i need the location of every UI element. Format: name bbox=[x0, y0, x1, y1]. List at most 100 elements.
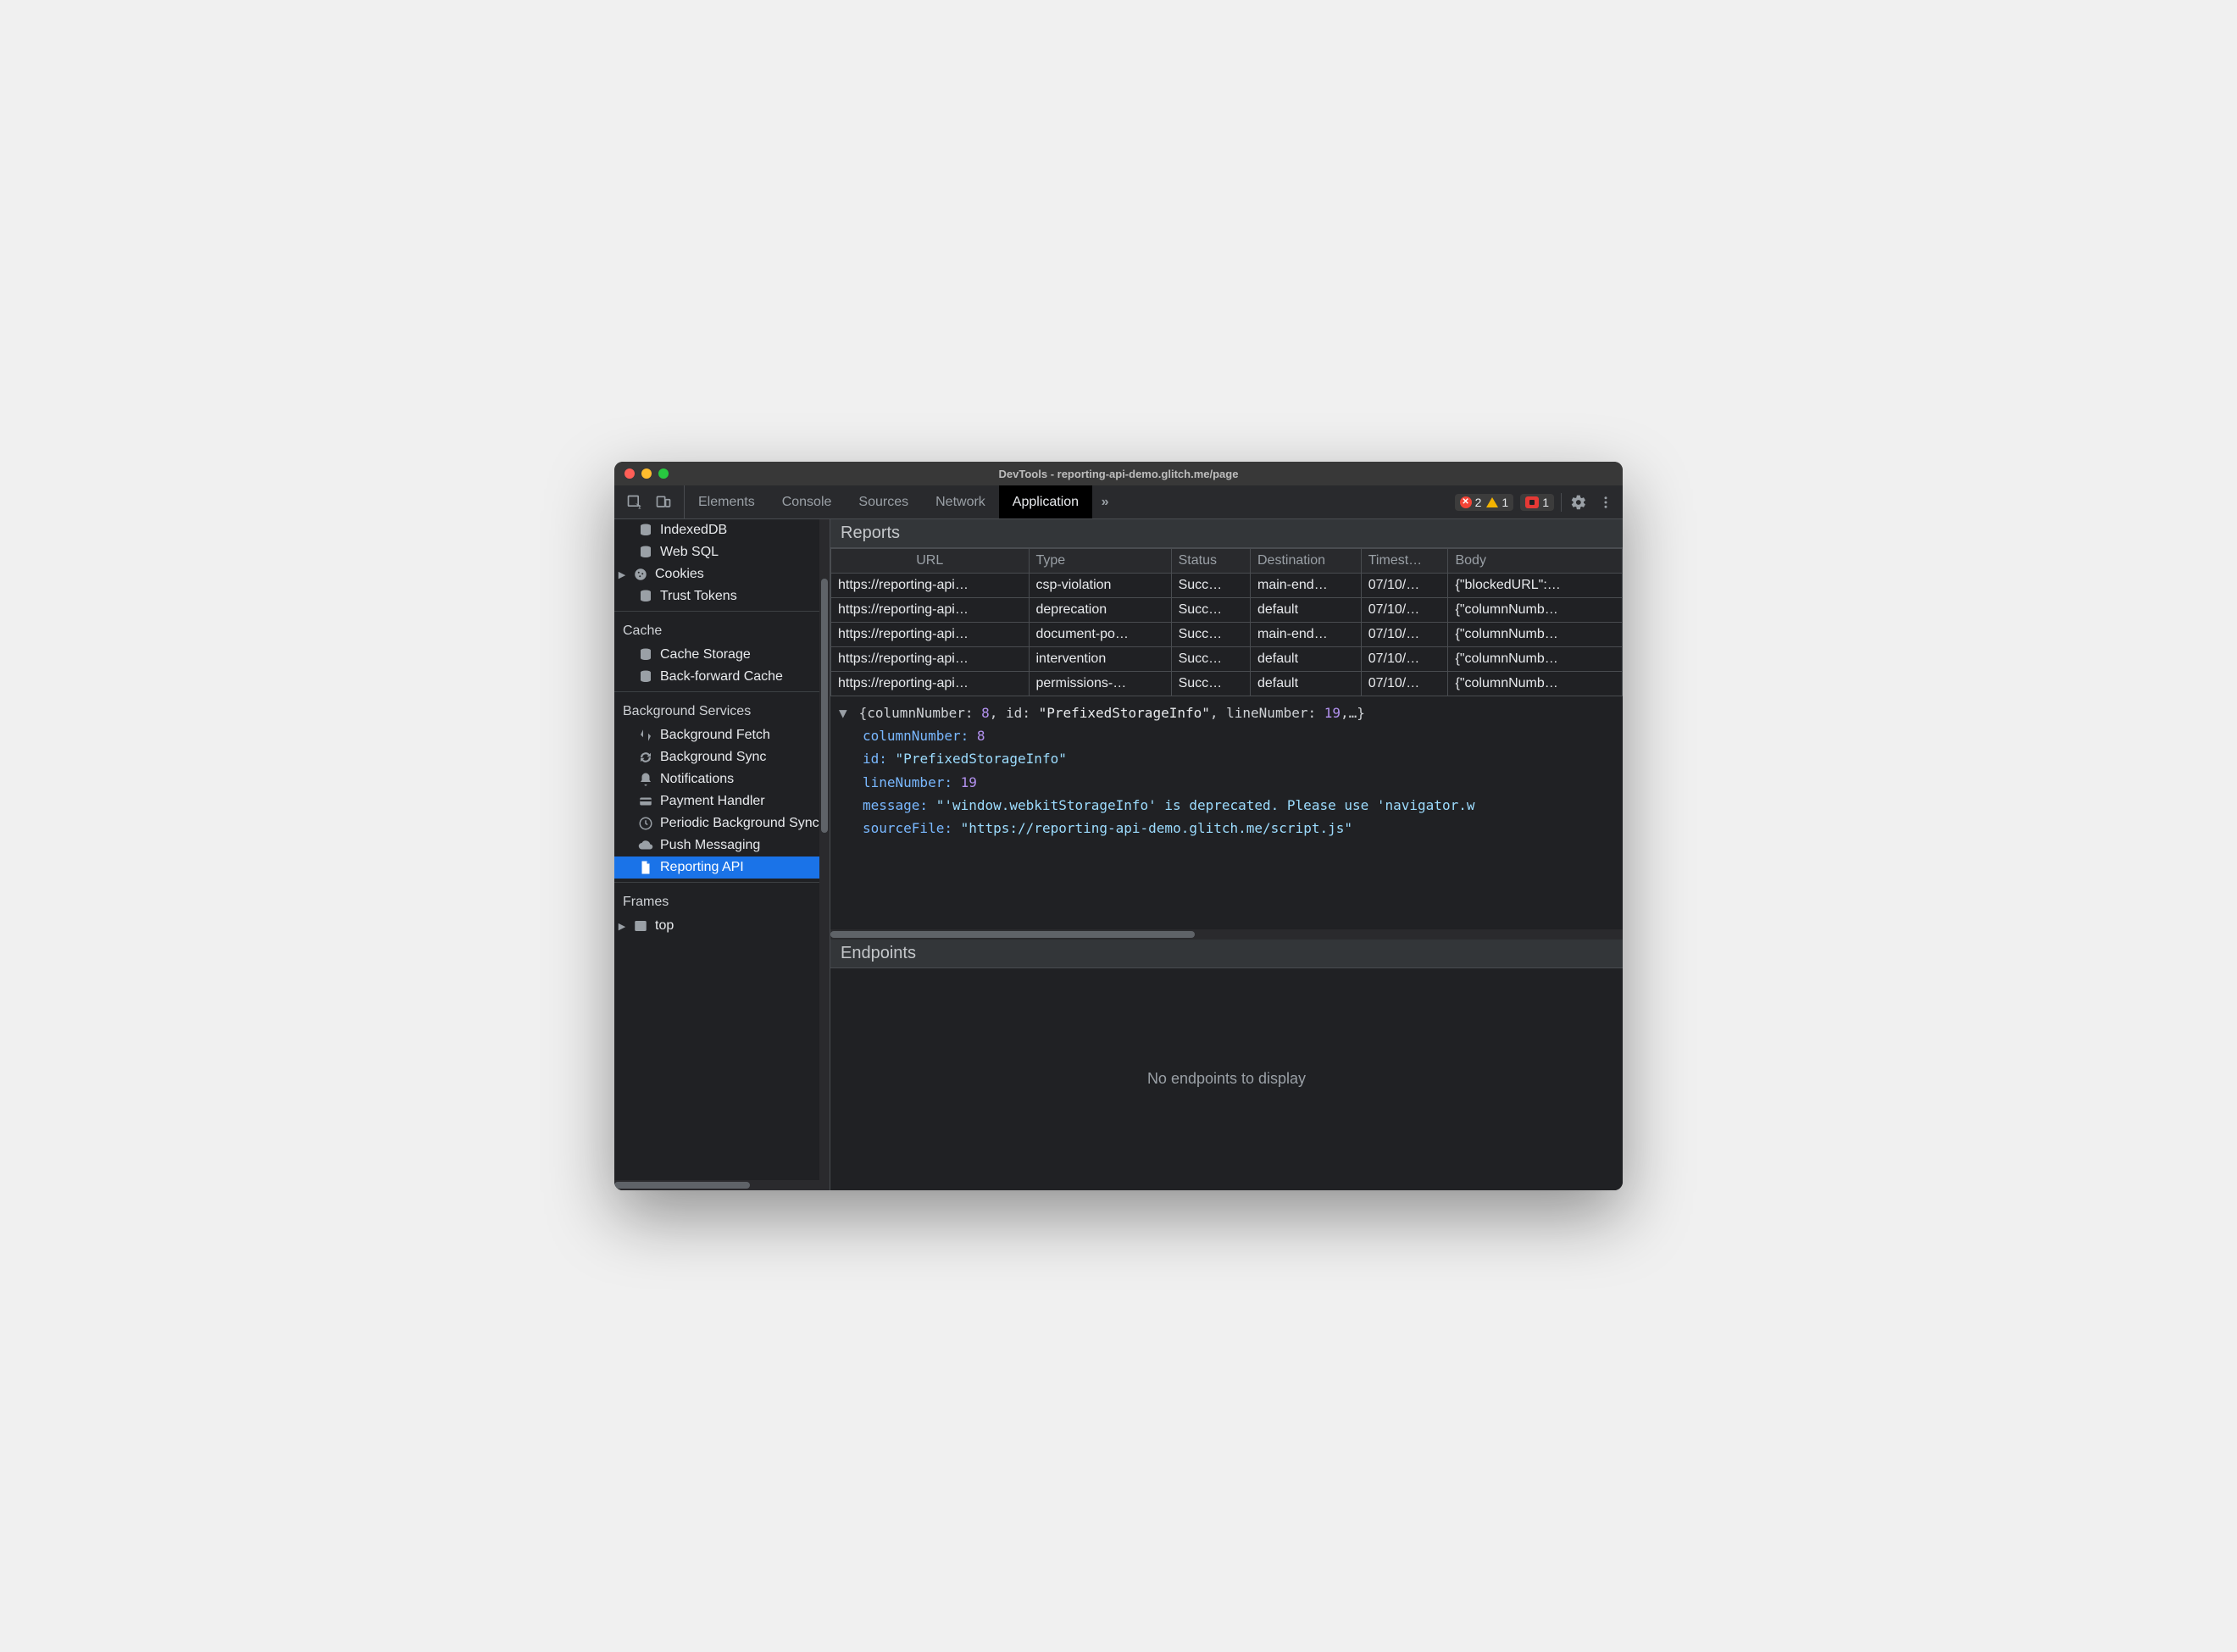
error-count: ✕ 2 bbox=[1460, 496, 1482, 509]
preview-prop[interactable]: id: "PrefixedStorageInfo" bbox=[839, 747, 1614, 770]
preview-prop[interactable]: message: "'window.webkitStorageInfo' is … bbox=[839, 794, 1614, 817]
divider bbox=[1561, 493, 1562, 512]
tab-elements[interactable]: Elements bbox=[685, 485, 769, 518]
console-status-badge[interactable]: ✕ 2 1 bbox=[1455, 494, 1514, 511]
sidebar-item-websql[interactable]: Web SQL bbox=[614, 541, 830, 563]
sidebar-item-label: Background Sync bbox=[660, 750, 766, 765]
table-cell: 07/10/… bbox=[1361, 672, 1448, 696]
tab-sources[interactable]: Sources bbox=[845, 485, 922, 518]
issues-badge[interactable]: 1 bbox=[1520, 494, 1554, 511]
sidebar-item-label: IndexedDB bbox=[660, 523, 727, 538]
sidebar-item-label: Reporting API bbox=[660, 860, 744, 875]
updown-icon bbox=[638, 728, 653, 743]
table-row[interactable]: https://reporting-api…csp-violationSucc…… bbox=[831, 574, 1623, 598]
sidebar-item-bg-sync[interactable]: Background Sync bbox=[614, 746, 830, 768]
table-cell: Succ… bbox=[1171, 598, 1250, 623]
table-row[interactable]: https://reporting-api…deprecationSucc…de… bbox=[831, 598, 1623, 623]
error-icon: ✕ bbox=[1460, 496, 1472, 508]
sidebar-vertical-scrollbar[interactable] bbox=[819, 519, 830, 1180]
window-titlebar: DevTools - reporting-api-demo.glitch.me/… bbox=[614, 462, 1623, 485]
minimize-window-button[interactable] bbox=[641, 468, 652, 479]
table-cell: default bbox=[1251, 598, 1362, 623]
more-options-button[interactable] bbox=[1596, 492, 1616, 513]
preview-prop[interactable]: sourceFile: "https://reporting-api-demo.… bbox=[839, 817, 1614, 840]
preview-prop[interactable]: lineNumber: 19 bbox=[839, 771, 1614, 794]
tabs-overflow-button[interactable]: » bbox=[1092, 485, 1118, 518]
toolbar-right-group: ✕ 2 1 1 bbox=[1448, 485, 1623, 518]
table-cell: {"columnNumb… bbox=[1448, 647, 1623, 672]
sidebar-item-bg-fetch[interactable]: Background Fetch bbox=[614, 724, 830, 746]
settings-button[interactable] bbox=[1568, 492, 1589, 513]
zoom-window-button[interactable] bbox=[658, 468, 669, 479]
table-cell: {"blockedURL":… bbox=[1448, 574, 1623, 598]
column-body[interactable]: Body bbox=[1448, 549, 1623, 574]
table-cell: main-end… bbox=[1251, 574, 1362, 598]
table-cell: csp-violation bbox=[1029, 574, 1171, 598]
main-split: IndexedDB Web SQL ▶ Cookies Trust Tokens… bbox=[614, 519, 1623, 1190]
sidebar-item-cache-storage[interactable]: Cache Storage bbox=[614, 644, 830, 666]
sidebar-item-periodic-bg[interactable]: Periodic Background Sync bbox=[614, 812, 830, 834]
preview-summary[interactable]: ▼ {columnNumber: 8, id: "PrefixedStorage… bbox=[839, 701, 1614, 724]
table-cell: 07/10/… bbox=[1361, 623, 1448, 647]
table-row[interactable]: https://reporting-api…permissions-…Succ…… bbox=[831, 672, 1623, 696]
reports-table[interactable]: URL Type Status Destination Timest… Body… bbox=[830, 548, 1623, 696]
column-url[interactable]: URL bbox=[831, 549, 1030, 574]
table-cell: 07/10/… bbox=[1361, 598, 1448, 623]
database-icon bbox=[638, 589, 653, 604]
table-cell: https://reporting-api… bbox=[831, 647, 1030, 672]
column-destination[interactable]: Destination bbox=[1251, 549, 1362, 574]
tab-application[interactable]: Application bbox=[999, 485, 1092, 518]
warning-count-value: 1 bbox=[1502, 496, 1508, 509]
application-sidebar: IndexedDB Web SQL ▶ Cookies Trust Tokens… bbox=[614, 519, 830, 1190]
sidebar-item-reporting-api[interactable]: Reporting API bbox=[614, 856, 830, 879]
sidebar-item-label: Notifications bbox=[660, 772, 734, 787]
preview-horizontal-scrollbar[interactable] bbox=[830, 929, 1623, 940]
error-count-value: 2 bbox=[1475, 496, 1482, 509]
sidebar-item-bfcache[interactable]: Back-forward Cache bbox=[614, 666, 830, 688]
table-cell: default bbox=[1251, 647, 1362, 672]
table-header-row: URL Type Status Destination Timest… Body bbox=[831, 549, 1623, 574]
table-cell: Succ… bbox=[1171, 623, 1250, 647]
table-row[interactable]: https://reporting-api…document-po…Succ…m… bbox=[831, 623, 1623, 647]
sidebar-item-label: Cache Storage bbox=[660, 647, 751, 662]
sidebar-heading-cache: Cache bbox=[614, 615, 830, 644]
tab-console[interactable]: Console bbox=[769, 485, 846, 518]
table-cell: 07/10/… bbox=[1361, 647, 1448, 672]
clock-icon bbox=[638, 816, 653, 831]
close-window-button[interactable] bbox=[624, 468, 635, 479]
sidebar-item-label: Back-forward Cache bbox=[660, 669, 783, 685]
table-cell: deprecation bbox=[1029, 598, 1171, 623]
expand-icon[interactable]: ▶ bbox=[618, 921, 626, 932]
sidebar-item-label: Payment Handler bbox=[660, 794, 765, 809]
sidebar-item-frame-top[interactable]: ▶ top bbox=[614, 915, 830, 937]
sidebar-item-notifications[interactable]: Notifications bbox=[614, 768, 830, 790]
device-toggle-icon[interactable] bbox=[652, 491, 675, 514]
frame-icon bbox=[633, 918, 648, 934]
sidebar-item-push-messaging[interactable]: Push Messaging bbox=[614, 834, 830, 856]
endpoints-empty-text: No endpoints to display bbox=[1147, 1070, 1306, 1088]
sync-icon bbox=[638, 750, 653, 765]
report-body-preview[interactable]: ▼ {columnNumber: 8, id: "PrefixedStorage… bbox=[830, 696, 1623, 929]
column-status[interactable]: Status bbox=[1171, 549, 1250, 574]
sidebar-heading-frames: Frames bbox=[614, 886, 830, 915]
cloud-icon bbox=[638, 838, 653, 853]
table-row[interactable]: https://reporting-api…interventionSucc…d… bbox=[831, 647, 1623, 672]
collapse-icon[interactable]: ▼ bbox=[839, 701, 851, 724]
table-cell: Succ… bbox=[1171, 672, 1250, 696]
sidebar-horizontal-scrollbar[interactable] bbox=[614, 1180, 830, 1190]
sidebar-tree[interactable]: IndexedDB Web SQL ▶ Cookies Trust Tokens… bbox=[614, 519, 830, 1180]
sidebar-item-trust-tokens[interactable]: Trust Tokens bbox=[614, 585, 830, 607]
sidebar-item-payment-handler[interactable]: Payment Handler bbox=[614, 790, 830, 812]
tab-network[interactable]: Network bbox=[922, 485, 999, 518]
cookie-icon bbox=[633, 567, 648, 582]
divider bbox=[614, 691, 830, 692]
sidebar-item-cookies[interactable]: ▶ Cookies bbox=[614, 563, 830, 585]
database-icon bbox=[638, 669, 653, 685]
inspect-element-icon[interactable] bbox=[623, 491, 647, 514]
sidebar-item-indexeddb[interactable]: IndexedDB bbox=[614, 519, 830, 541]
endpoints-empty-state: No endpoints to display bbox=[830, 968, 1623, 1191]
column-type[interactable]: Type bbox=[1029, 549, 1171, 574]
expand-icon[interactable]: ▶ bbox=[618, 569, 626, 580]
preview-prop[interactable]: columnNumber: 8 bbox=[839, 724, 1614, 747]
column-timestamp[interactable]: Timest… bbox=[1361, 549, 1448, 574]
